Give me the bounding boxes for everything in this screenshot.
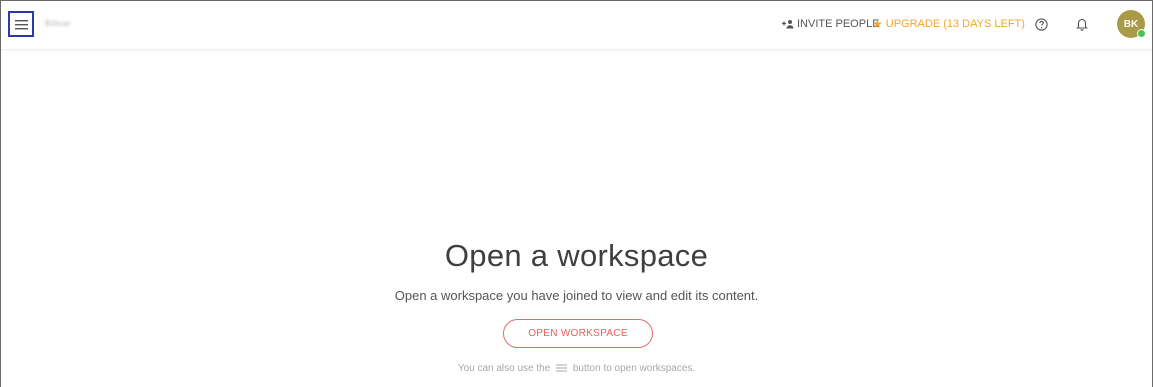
star-icon: ★ xyxy=(872,17,883,31)
help-circle-icon[interactable] xyxy=(1035,18,1048,31)
page-subtitle: Open a workspace you have joined to view… xyxy=(394,288,759,303)
user-avatar[interactable]: BK xyxy=(1117,10,1146,38)
avatar-initials: BK xyxy=(1123,18,1139,30)
hamburger-menu-icon xyxy=(14,19,28,29)
top-bar: Biltuar INVITE PEOPLE ★ UPGRADE (13 DAYS… xyxy=(1,1,1152,50)
online-status-indicator xyxy=(1137,29,1146,38)
workspace-name: Biltuar xyxy=(45,19,72,28)
upgrade-button[interactable]: ★ UPGRADE (13 DAYS LEFT) xyxy=(872,17,1025,31)
add-person-icon xyxy=(782,20,794,29)
open-workspace-label: OPEN WORKSPACE xyxy=(528,328,628,339)
hamburger-menu-button[interactable] xyxy=(8,11,34,37)
hamburger-menu-icon xyxy=(556,364,568,372)
upgrade-label: UPGRADE (13 DAYS LEFT) xyxy=(885,18,1025,30)
invite-people-label: INVITE PEOPLE xyxy=(797,18,880,30)
open-workspace-button[interactable]: OPEN WORKSPACE xyxy=(503,319,653,348)
hint-text: You can also use the button to open work… xyxy=(0,363,1153,374)
hint-suffix: button to open workspaces. xyxy=(572,363,696,374)
page-title: Open a workspace xyxy=(444,238,709,273)
bell-icon[interactable] xyxy=(1076,17,1088,31)
invite-people-button[interactable]: INVITE PEOPLE xyxy=(781,17,880,31)
hint-prefix: You can also use the xyxy=(457,363,551,374)
